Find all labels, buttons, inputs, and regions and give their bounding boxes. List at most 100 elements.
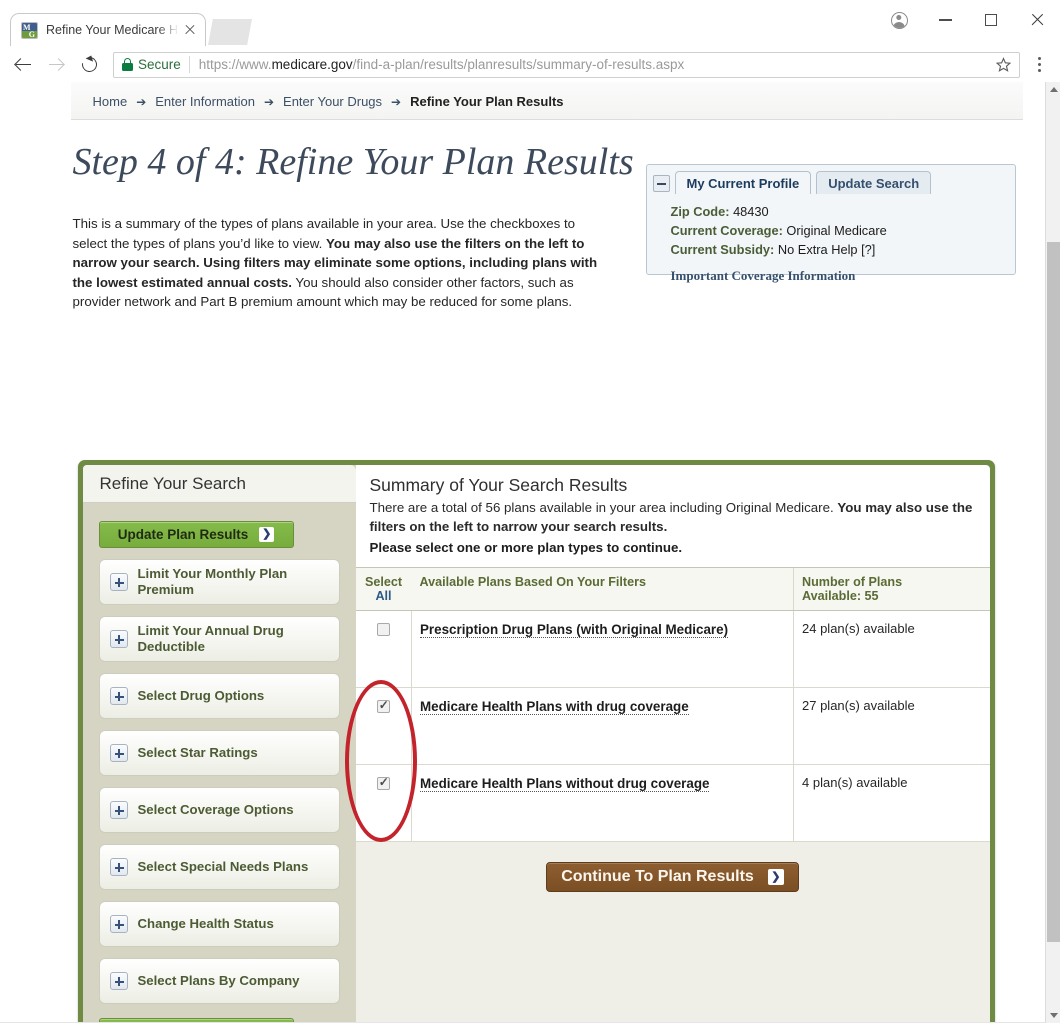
continue-area: Continue To Plan Results ❯ <box>355 842 990 1023</box>
filter-select-coverage-options[interactable]: Select Coverage Options <box>98 787 340 833</box>
breadcrumb-item-home[interactable]: Home <box>93 94 128 109</box>
tab-my-current-profile[interactable]: My Current Profile <box>674 171 812 194</box>
breadcrumb-item-enter-information[interactable]: Enter Information <box>155 94 255 109</box>
column-header-select: Select All <box>355 567 412 611</box>
select-header-label: Select <box>364 575 403 589</box>
results-subtitle: There are a total of 56 plans available … <box>370 498 976 536</box>
plan-types-table: Select All Available Plans Based On Your… <box>355 567 990 842</box>
forward-button-icon[interactable] <box>41 50 71 80</box>
checkbox-health-plans-with-drug-coverage[interactable] <box>376 698 390 714</box>
row-plan-name-cell: Medicare Health Plans with drug coverage <box>411 687 794 765</box>
plus-icon <box>109 573 128 591</box>
breadcrumb-arrow-icon: ➔ <box>391 94 402 109</box>
chevron-right-icon: ❯ <box>259 527 275 542</box>
filter-label: Select Plans By Company <box>137 973 300 988</box>
checkbox-prescription-drug-plans[interactable] <box>376 623 390 637</box>
current-subsidy-value: No Extra Help [?] <box>777 242 876 257</box>
new-tab-stub[interactable] <box>208 19 252 45</box>
table-row: Medicare Health Plans with drug coverage… <box>355 687 990 765</box>
browser-tab-active[interactable]: M G Refine Your Medicare He <box>10 13 206 46</box>
results-title: Summary of Your Search Results <box>369 475 628 495</box>
plus-icon <box>109 972 128 990</box>
page-scrollbar[interactable] <box>1045 82 1060 1023</box>
table-row: Medicare Health Plans without drug cover… <box>355 764 990 842</box>
number-of-plans-line1: Number of Plans <box>802 575 903 589</box>
plus-icon <box>109 744 128 762</box>
profile-row-coverage: Current Coverage: Original Medicare <box>671 221 1015 240</box>
page-content: Home ➔ Enter Information ➔ Enter Your Dr… <box>0 82 1045 1023</box>
plan-type-link[interactable]: Prescription Drug Plans (with Original M… <box>420 622 729 638</box>
plus-icon <box>109 630 128 648</box>
filter-select-plans-by-company[interactable]: Select Plans By Company <box>98 958 340 1004</box>
bookmark-star-icon[interactable] <box>991 53 1015 77</box>
row-checkbox-cell <box>355 687 412 765</box>
lock-icon <box>122 58 133 71</box>
refine-your-search-sidebar: Refine Your Search Update Plan Results ❯… <box>82 465 356 1023</box>
filter-limit-monthly-plan-premium[interactable]: Limit Your Monthly Plan Premium <box>98 559 340 605</box>
browser-menu-icon[interactable] <box>1026 51 1052 79</box>
search-results-panel: Summary of Your Search Results There are… <box>355 465 990 1023</box>
row-plan-count-cell: 24 plan(s) available <box>793 610 990 688</box>
favicon-bottom-letter: G <box>22 30 37 38</box>
browser-toolbar: Secure https://www.medicare.gov/find-a-p… <box>0 46 1060 84</box>
sidebar-heading: Refine Your Search <box>82 465 356 503</box>
current-subsidy-label: Current Subsidy: <box>670 242 775 257</box>
breadcrumb-item-enter-your-drugs[interactable]: Enter Your Drugs <box>283 94 382 109</box>
profile-row-zip: Zip Code: 48430 <box>671 202 1015 221</box>
zip-code-label: Zip Code: <box>670 204 730 219</box>
results-header: Summary of Your Search Results There are… <box>355 465 990 567</box>
intro-paragraph: This is a summary of the types of plans … <box>73 214 613 312</box>
plus-icon <box>109 915 128 933</box>
important-coverage-information-link[interactable]: Important Coverage Information <box>671 268 1015 284</box>
minimize-window-icon[interactable] <box>922 0 968 40</box>
browser-window: M G Refine Your Medicare He Secure https… <box>0 0 1060 1023</box>
url-scheme: https://www. <box>198 57 272 72</box>
filter-change-health-status[interactable]: Change Health Status <box>98 901 340 947</box>
plan-type-link[interactable]: Medicare Health Plans with drug coverage <box>420 699 689 715</box>
my-current-profile-box: My Current Profile Update Search Zip Cod… <box>645 164 1016 283</box>
filter-label: Select Special Needs Plans <box>137 859 309 874</box>
close-tab-icon[interactable] <box>181 21 199 39</box>
tab-update-search[interactable]: Update Search <box>816 171 932 194</box>
row-plan-name-cell: Prescription Drug Plans (with Original M… <box>411 610 794 688</box>
tab-strip: M G Refine Your Medicare He <box>0 0 1060 46</box>
omnibox-divider <box>188 56 190 73</box>
scroll-up-arrow-icon[interactable] <box>1046 82 1060 97</box>
filter-label: Select Star Ratings <box>137 745 258 760</box>
medicare-gov-favicon-icon: M G <box>21 21 38 39</box>
continue-button-label: Continue To Plan Results <box>561 868 754 885</box>
breadcrumb-item-current: Refine Your Plan Results <box>410 94 564 109</box>
back-button-icon[interactable] <box>8 50 38 80</box>
breadcrumb: Home ➔ Enter Information ➔ Enter Your Dr… <box>70 82 1023 120</box>
checkbox-health-plans-without-drug-coverage[interactable] <box>376 775 390 791</box>
window-controls <box>876 0 1060 40</box>
current-coverage-label: Current Coverage: <box>670 223 783 238</box>
update-plan-results-button-top[interactable]: Update Plan Results ❯ <box>98 521 294 548</box>
row-checkbox-cell <box>355 764 412 842</box>
plan-type-link[interactable]: Medicare Health Plans without drug cover… <box>420 776 710 792</box>
address-bar[interactable]: Secure https://www.medicare.gov/find-a-p… <box>113 51 1020 78</box>
results-instruction: Please select one or more plan types to … <box>369 540 683 555</box>
select-all-link[interactable]: All <box>364 589 404 603</box>
profile-avatar-icon[interactable] <box>876 0 922 40</box>
profile-details: Zip Code: 48430 Current Coverage: Origin… <box>647 194 1015 259</box>
filter-label: Select Coverage Options <box>137 802 294 817</box>
refine-results-panel: Refine Your Search Update Plan Results ❯… <box>77 460 995 1023</box>
collapse-profile-icon[interactable] <box>652 175 670 192</box>
table-row: Prescription Drug Plans (with Original M… <box>355 610 990 688</box>
scrollbar-thumb[interactable] <box>1047 242 1060 942</box>
filter-select-drug-options[interactable]: Select Drug Options <box>98 673 340 719</box>
url-host: medicare.gov <box>271 57 353 72</box>
secure-label: Secure <box>138 57 181 72</box>
reload-button-icon[interactable] <box>74 50 104 80</box>
filter-select-star-ratings[interactable]: Select Star Ratings <box>98 730 340 776</box>
continue-to-plan-results-button[interactable]: Continue To Plan Results ❯ <box>546 862 799 892</box>
filter-label: Select Drug Options <box>137 688 265 703</box>
content-wrapper: Home ➔ Enter Information ➔ Enter Your Dr… <box>23 82 1023 1023</box>
filter-select-special-needs-plans[interactable]: Select Special Needs Plans <box>98 844 340 890</box>
close-window-icon[interactable] <box>1014 0 1060 40</box>
filter-label: Limit Your Monthly Plan Premium <box>137 566 288 597</box>
filter-limit-annual-drug-deductible[interactable]: Limit Your Annual Drug Deductible <box>98 616 340 662</box>
scroll-down-arrow-icon[interactable] <box>1046 1008 1060 1023</box>
maximize-window-icon[interactable] <box>968 0 1014 40</box>
